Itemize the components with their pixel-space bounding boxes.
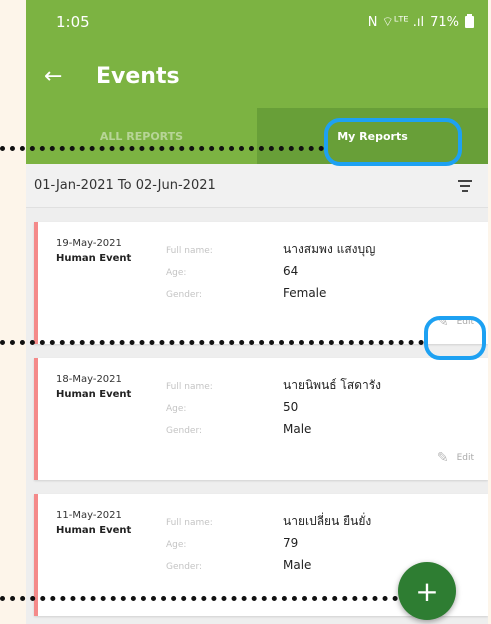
field-labels: Full name: Age: Gender: <box>166 512 213 578</box>
gender-value: Female <box>283 286 327 300</box>
filter-line <box>462 189 468 192</box>
field-values: นายเปลี่ยน ยืนยั่ง 79 Male <box>283 510 371 576</box>
full-name-value: นายเปลี่ยน ยืนยั่ง <box>283 514 372 528</box>
edit-label: Edit <box>456 453 474 463</box>
event-type: Human Event <box>56 389 132 400</box>
field-labels: Full name: Age: Gender: <box>166 376 213 442</box>
event-date: 19-May-2021 <box>56 238 122 249</box>
gender-value: Male <box>283 422 312 436</box>
plus-icon: + <box>415 574 439 608</box>
battery-icon <box>465 14 474 28</box>
full-name-label: Full name: <box>166 246 213 256</box>
tab-all-reports[interactable]: ALL REPORTS <box>26 108 257 164</box>
filter-line <box>460 184 470 187</box>
event-card[interactable]: 18-May-2021 Human Event Full name: Age: … <box>34 358 488 480</box>
event-type: Human Event <box>56 253 132 264</box>
field-values: นางสมพง แสงบุญ 64 Female <box>283 238 375 304</box>
age-label: Age: <box>166 404 187 414</box>
gender-value: Male <box>283 558 312 572</box>
age-label: Age: <box>166 268 187 278</box>
filter-line <box>458 179 472 182</box>
annotation-pointer-fab <box>0 596 398 601</box>
battery-level: 71% <box>430 14 459 30</box>
gender-label: Gender: <box>166 426 203 436</box>
status-bar: 1:05 N ⌔ᴸᵀᴱ .ıl 71% <box>26 0 488 44</box>
event-date: 18-May-2021 <box>56 374 122 385</box>
annotation-pointer-tab <box>0 146 324 151</box>
date-range: 01-Jan-2021 To 02-Jun-2021 <box>34 178 216 193</box>
status-time: 1:05 <box>56 13 90 31</box>
filter-icon[interactable] <box>458 179 472 192</box>
age-value: 79 <box>283 536 299 550</box>
back-arrow-icon[interactable]: ← <box>44 64 84 89</box>
age-value: 64 <box>283 264 299 278</box>
event-type: Human Event <box>56 525 132 536</box>
full-name-label: Full name: <box>166 382 213 392</box>
pencil-icon: ✎ <box>436 450 449 466</box>
gender-label: Gender: <box>166 562 203 572</box>
full-name-value: นางสมพง แสงบุญ <box>283 242 376 256</box>
gender-label: Gender: <box>166 290 203 300</box>
add-event-button[interactable]: + <box>398 562 456 620</box>
event-list: 19-May-2021 Human Event Full name: Age: … <box>26 208 488 616</box>
card-header: 19-May-2021 Human Event <box>56 238 131 264</box>
phone-screen: 1:05 N ⌔ᴸᵀᴱ .ıl 71% ← Events ALL REPORTS… <box>26 0 488 624</box>
signal-icons: N ⌔ᴸᵀᴱ .ıl <box>367 15 425 30</box>
date-filter-bar: 01-Jan-2021 To 02-Jun-2021 <box>26 164 488 208</box>
event-date: 11-May-2021 <box>56 510 122 521</box>
age-value: 50 <box>283 400 299 414</box>
annotation-ring-edit <box>424 316 486 360</box>
app-bar: ← Events <box>26 44 488 108</box>
page-title: Events <box>96 63 180 89</box>
age-label: Age: <box>166 540 187 550</box>
annotation-pointer-edit <box>0 340 424 345</box>
field-values: นายนิพนธ์ โสดารัง 50 Male <box>283 374 381 440</box>
full-name-value: นายนิพนธ์ โสดารัง <box>283 378 382 392</box>
event-card[interactable]: 19-May-2021 Human Event Full name: Age: … <box>34 222 488 344</box>
annotation-ring-my-reports <box>324 118 462 166</box>
card-header: 18-May-2021 Human Event <box>56 374 131 400</box>
status-indicators: N ⌔ᴸᵀᴱ .ıl 71% <box>368 14 474 30</box>
card-header: 11-May-2021 Human Event <box>56 510 131 536</box>
edit-button[interactable]: ✎ Edit <box>437 450 474 466</box>
full-name-label: Full name: <box>166 518 213 528</box>
field-labels: Full name: Age: Gender: <box>166 240 213 306</box>
